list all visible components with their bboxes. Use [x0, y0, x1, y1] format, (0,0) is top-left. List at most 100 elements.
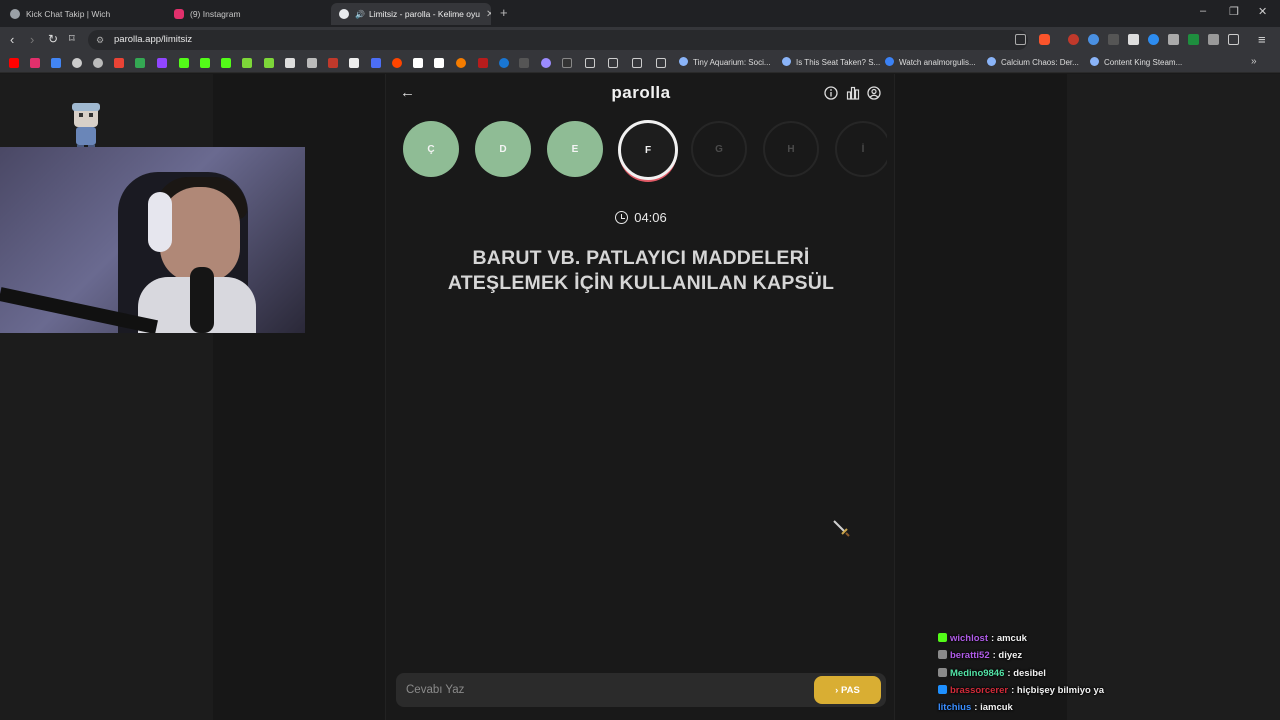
- letter-circle-done: E: [547, 121, 603, 177]
- pass-label: PAS: [840, 684, 860, 696]
- bookmark-steam-2[interactable]: Is This Seat Taken? S...: [782, 57, 880, 67]
- extension-vpn-icon[interactable]: [1148, 34, 1159, 45]
- extension-window-icon[interactable]: [1168, 34, 1179, 45]
- tab-instagram[interactable]: (9) Instagram: [166, 3, 331, 25]
- tab-parolla[interactable]: 🔊 Limitsiz - parolla - Kelime oyu ✕: [331, 3, 491, 25]
- ublock-icon[interactable]: [1068, 34, 1079, 45]
- chat-message: Medino9846: desibel: [938, 667, 1138, 685]
- answer-bar: › PAS: [396, 673, 886, 707]
- bookmark-icon[interactable]: [499, 58, 509, 68]
- site-icon: [885, 57, 894, 66]
- youtube-icon[interactable]: [9, 58, 19, 68]
- browser-toolbar: ‹ › ↻ ⌑ ⚙ parolla.app/limitsiz ≡: [0, 27, 1280, 53]
- share-icon[interactable]: [1015, 34, 1026, 45]
- bookmark-icon[interactable]: [371, 58, 381, 68]
- folder-icon[interactable]: [585, 58, 595, 68]
- instagram-icon: [174, 9, 184, 19]
- speaker-icon[interactable]: 🔊: [355, 10, 365, 19]
- puzzle-icon[interactable]: [1208, 34, 1219, 45]
- app-header: ← parolla: [386, 82, 896, 106]
- tab-kick-chat[interactable]: Kick Chat Takip | Wich: [2, 3, 167, 25]
- brand-logo: parolla: [611, 83, 671, 102]
- bookmark-steam-3[interactable]: Calcium Chaos: Der...: [987, 57, 1079, 67]
- reddit-icon[interactable]: [392, 58, 402, 68]
- question-text: BARUT VB. PATLAYICI MADDELERİ ATEŞLEMEK …: [447, 247, 835, 294]
- close-tab-icon[interactable]: ✕: [480, 9, 491, 20]
- pass-button[interactable]: › PAS: [814, 676, 881, 704]
- globe-icon: [10, 9, 20, 19]
- translate-icon[interactable]: [51, 58, 61, 68]
- steam-icon: [987, 57, 996, 66]
- steam-icon: [1090, 57, 1099, 66]
- folder-icon[interactable]: [632, 58, 642, 68]
- close-window-button[interactable]: ✕: [1258, 5, 1267, 18]
- address-bar[interactable]: ⚙ parolla.app/limitsiz: [88, 30, 1028, 50]
- maximize-button[interactable]: ❐: [1229, 5, 1239, 18]
- bookmark-icon[interactable]: [541, 58, 551, 68]
- folder-icon[interactable]: [608, 58, 618, 68]
- new-tab-button[interactable]: +: [500, 5, 508, 20]
- info-icon[interactable]: [824, 86, 838, 100]
- site-info-icon[interactable]: ⚙: [96, 30, 104, 50]
- bookmark-icon[interactable]: ⌑: [69, 32, 75, 45]
- instagram-bookmark-icon[interactable]: [30, 58, 40, 68]
- kick-badge-icon: [938, 650, 947, 660]
- bookmark-icon[interactable]: [562, 58, 572, 68]
- bookmarks-bar: Tiny Aquarium: Soci... Is This Seat Take…: [0, 53, 1280, 73]
- letter-circle-pending: İ: [835, 121, 887, 177]
- clock-icon: [615, 211, 629, 224]
- bookmark-icon[interactable]: [456, 58, 466, 68]
- globe-bookmark-icon[interactable]: [72, 58, 82, 68]
- bookmark-icon[interactable]: [519, 58, 529, 68]
- tab-title: (9) Instagram: [190, 9, 241, 19]
- tab-title: Kick Chat Takip | Wich: [26, 9, 111, 19]
- kick-icon[interactable]: [179, 58, 189, 68]
- anchor-icon[interactable]: [285, 58, 295, 68]
- bookmark-watch[interactable]: Watch analmorgulis...: [885, 57, 976, 67]
- reload-icon[interactable]: ↻: [48, 32, 58, 46]
- letter-progress: Ç D E F G H İ: [402, 120, 887, 184]
- extension-bookmark-icon[interactable]: [242, 58, 252, 68]
- kick-icon[interactable]: [200, 58, 210, 68]
- steam-icon: [679, 57, 688, 66]
- bookmark-icon[interactable]: [328, 58, 338, 68]
- extension-sheets-icon[interactable]: [1188, 34, 1199, 45]
- stats-icon[interactable]: [846, 86, 860, 100]
- chat-message: brassorcerer: hiçbişey bilmiyo ya: [938, 684, 1138, 702]
- extension-audio-icon[interactable]: [1088, 34, 1099, 45]
- x-icon[interactable]: [349, 58, 359, 68]
- bookmarks-more-button[interactable]: »: [1251, 56, 1257, 67]
- extension-screenshot-icon[interactable]: [1128, 34, 1139, 45]
- url-text: parolla.app/limitsiz: [114, 34, 193, 45]
- globe-bookmark-icon[interactable]: [93, 58, 103, 68]
- badge-icon: [938, 684, 947, 694]
- page-content: ← parolla Ç D E F G H İ 04:06 BARUT VB. …: [0, 74, 1280, 720]
- menu-icon[interactable]: ≡: [1258, 32, 1266, 47]
- folder-icon[interactable]: [656, 58, 666, 68]
- badge-icon: [938, 633, 947, 642]
- steam-icon: [782, 57, 791, 66]
- bookmark-icon[interactable]: [478, 58, 488, 68]
- twitch-icon[interactable]: [157, 58, 167, 68]
- gmail-icon[interactable]: [114, 58, 124, 68]
- forward-icon[interactable]: ›: [30, 32, 34, 47]
- chevron-right-icon: ›: [835, 684, 839, 696]
- extension-bookmark-icon[interactable]: [264, 58, 274, 68]
- brave-shield-icon[interactable]: [1039, 34, 1050, 45]
- answer-input[interactable]: [396, 673, 796, 707]
- minimize-button[interactable]: –: [1200, 5, 1206, 17]
- letter-circle-pending: H: [763, 121, 819, 177]
- sidebar-icon[interactable]: [1228, 34, 1239, 45]
- amazon-icon[interactable]: [434, 58, 444, 68]
- kick-icon[interactable]: [221, 58, 231, 68]
- bookmark-icon[interactable]: [413, 58, 423, 68]
- bookmark-steam-1[interactable]: Tiny Aquarium: Soci...: [679, 57, 771, 67]
- drive-icon[interactable]: [135, 58, 145, 68]
- extension-icon[interactable]: [1108, 34, 1119, 45]
- letter-circle-pending: G: [691, 121, 747, 177]
- browser-tab-strip: Kick Chat Takip | Wich (9) Instagram 🔊 L…: [0, 0, 1280, 27]
- bookmark-steam-4[interactable]: Content King Steam...: [1090, 57, 1182, 67]
- bookmark-icon[interactable]: [307, 58, 317, 68]
- account-icon[interactable]: [867, 86, 881, 100]
- back-icon[interactable]: ‹: [10, 32, 14, 47]
